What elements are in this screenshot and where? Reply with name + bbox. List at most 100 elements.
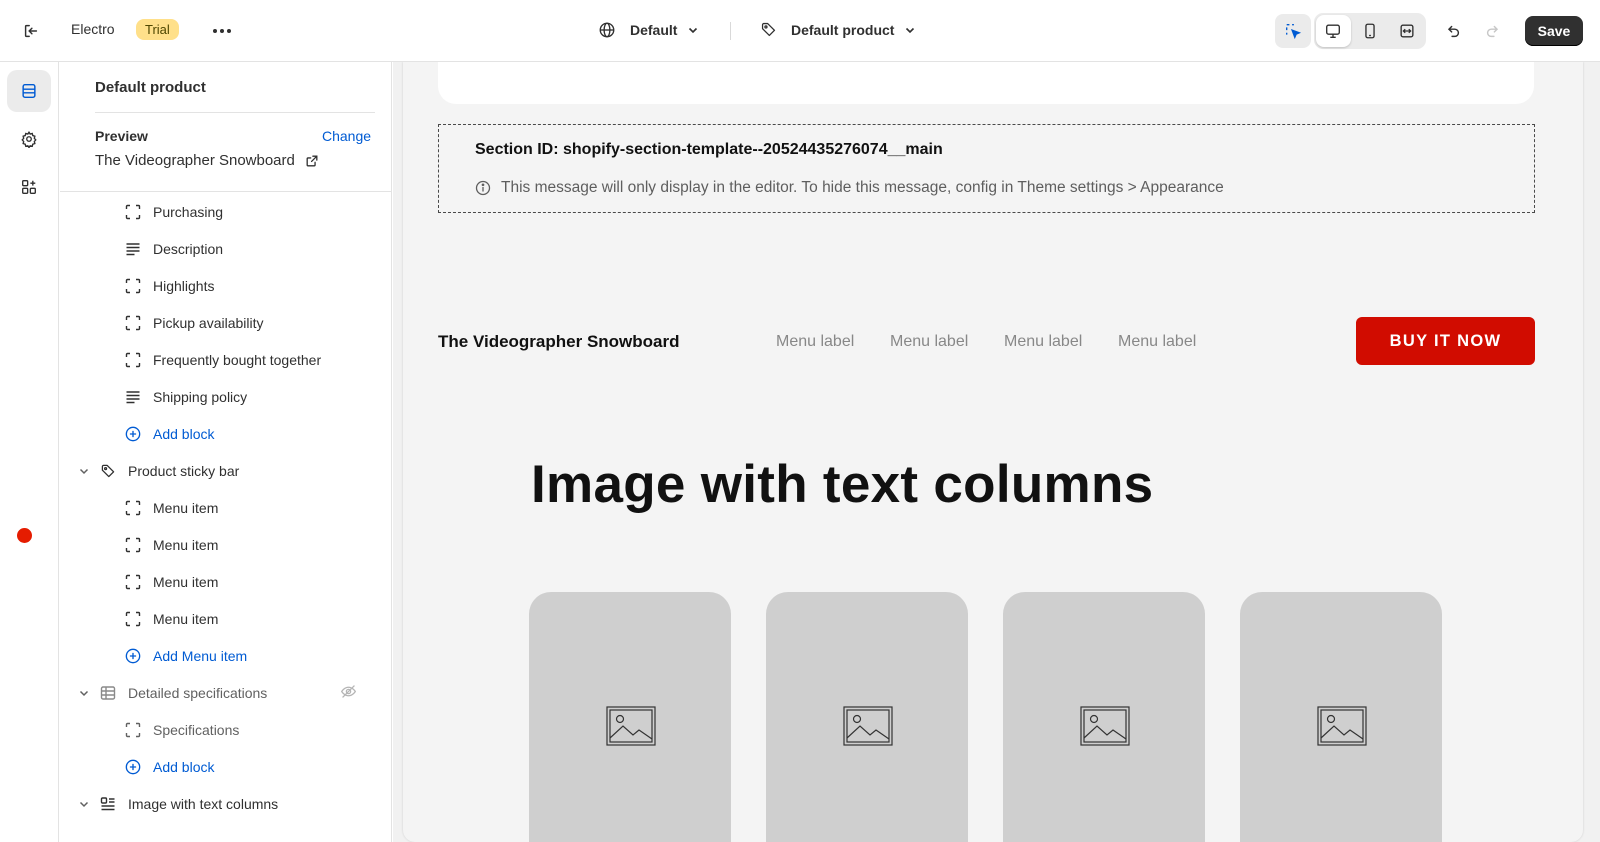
content-card bbox=[438, 62, 1534, 104]
block-label: Menu item bbox=[153, 537, 219, 553]
image-column-card[interactable] bbox=[1003, 592, 1205, 842]
block-menu-item[interactable]: Menu item bbox=[125, 528, 391, 562]
tag-icon bbox=[761, 22, 776, 37]
block-label: Purchasing bbox=[153, 204, 224, 220]
block-highlights[interactable]: Highlights bbox=[125, 269, 391, 303]
full-width-view-icon[interactable] bbox=[1389, 15, 1424, 47]
section-image-with-text-columns[interactable]: Image with text columns bbox=[78, 787, 368, 821]
block-label: Menu item bbox=[153, 611, 219, 627]
image-column-card[interactable] bbox=[766, 592, 968, 842]
block-menu-item[interactable]: Menu item bbox=[125, 491, 391, 525]
globe-icon bbox=[599, 22, 615, 38]
sidebar-title: Default product bbox=[95, 79, 206, 96]
preview-product[interactable]: The Videographer Snowboard bbox=[95, 152, 319, 169]
buy-it-now-button[interactable]: BUY IT NOW bbox=[1356, 317, 1535, 365]
product-sticky-bar: The Videographer Snowboard Menu label Me… bbox=[438, 317, 1535, 365]
block-icon bbox=[125, 611, 141, 627]
plus-circle-icon bbox=[125, 759, 141, 775]
block-icon bbox=[125, 722, 141, 738]
save-button[interactable]: Save bbox=[1525, 16, 1583, 46]
image-text-icon bbox=[100, 796, 116, 812]
language-select-label: Default bbox=[630, 22, 678, 38]
add-block-button[interactable]: Add block bbox=[125, 417, 391, 451]
section-detailed-specifications[interactable]: Detailed specifications bbox=[78, 676, 368, 710]
template-select[interactable]: Default product bbox=[760, 21, 916, 38]
add-block-label: Add block bbox=[153, 759, 215, 775]
redo-icon[interactable] bbox=[1477, 15, 1509, 47]
block-shipping-policy[interactable]: Shipping policy bbox=[125, 380, 391, 414]
block-label: Shipping policy bbox=[153, 389, 248, 405]
block-menu-item[interactable]: Menu item bbox=[125, 565, 391, 599]
inspector-toggle[interactable] bbox=[1275, 14, 1311, 48]
block-pickup-availability[interactable]: Pickup availability bbox=[125, 306, 391, 340]
section-label: Image with text columns bbox=[128, 796, 279, 812]
desktop-view-icon[interactable] bbox=[1316, 15, 1351, 47]
block-label: Menu item bbox=[153, 574, 219, 590]
block-icon bbox=[125, 574, 141, 590]
chevron-down-icon[interactable] bbox=[78, 798, 90, 810]
template-select-label: Default product bbox=[791, 21, 895, 38]
mobile-view-icon[interactable] bbox=[1353, 15, 1388, 47]
exit-icon[interactable] bbox=[15, 15, 47, 47]
apps-icon[interactable] bbox=[7, 166, 51, 208]
block-purchasing[interactable]: Purchasing bbox=[125, 195, 391, 229]
add-menu-item-button[interactable]: Add Menu item bbox=[125, 639, 391, 673]
block-icon bbox=[125, 352, 141, 368]
menu-label-link[interactable]: Menu label bbox=[776, 333, 854, 351]
sections-icon[interactable] bbox=[7, 70, 51, 112]
block-label: Frequently bought together bbox=[153, 352, 322, 368]
select-cursor-icon bbox=[1286, 24, 1302, 40]
block-icon bbox=[125, 315, 141, 331]
divider bbox=[95, 112, 375, 113]
block-description[interactable]: Description bbox=[125, 232, 391, 266]
menu-label-link[interactable]: Menu label bbox=[1004, 333, 1082, 351]
device-switcher bbox=[1314, 13, 1426, 49]
image-column-card[interactable] bbox=[529, 592, 731, 842]
preview-canvas: Section ID: shopify-section-template--20… bbox=[393, 62, 1600, 842]
icon-rail bbox=[0, 62, 59, 842]
section-heading: Image with text columns bbox=[531, 455, 1154, 514]
menu-label-link[interactable]: Menu label bbox=[1118, 333, 1196, 351]
chevron-down-icon bbox=[906, 27, 915, 33]
image-column-card[interactable] bbox=[1240, 592, 1442, 842]
add-block-button[interactable]: Add block bbox=[125, 750, 391, 784]
language-select[interactable]: Default bbox=[598, 21, 699, 39]
chevron-down-icon[interactable] bbox=[78, 687, 90, 699]
add-menu-item-label: Add Menu item bbox=[153, 648, 248, 664]
section-label: Product sticky bar bbox=[128, 463, 240, 479]
block-label: Specifications bbox=[153, 722, 240, 738]
theme-settings-icon[interactable] bbox=[7, 118, 51, 160]
store-name: Electro bbox=[71, 21, 115, 37]
eye-hidden-icon[interactable] bbox=[340, 683, 357, 703]
block-specifications[interactable]: Specifications bbox=[125, 713, 391, 747]
preview-product-name: The Videographer Snowboard bbox=[95, 152, 295, 169]
notice-message: This message will only display in the ed… bbox=[475, 179, 1224, 197]
add-block-label: Add block bbox=[153, 426, 215, 442]
undo-icon[interactable] bbox=[1437, 15, 1469, 47]
block-frequently-bought-together[interactable]: Frequently bought together bbox=[125, 343, 391, 377]
menu-label-link[interactable]: Menu label bbox=[890, 333, 968, 351]
block-label: Pickup availability bbox=[153, 315, 264, 331]
block-icon bbox=[125, 537, 141, 553]
notice-message-text: This message will only display in the ed… bbox=[501, 179, 1224, 196]
block-label: Menu item bbox=[153, 500, 219, 516]
more-options-icon[interactable] bbox=[206, 15, 238, 47]
preview-frame[interactable]: Section ID: shopify-section-template--20… bbox=[403, 62, 1583, 842]
image-placeholder-icon bbox=[1317, 706, 1367, 746]
block-icon bbox=[125, 500, 141, 516]
top-bar: Electro Trial Default Default product Sa… bbox=[0, 0, 1600, 62]
preview-label: Preview bbox=[95, 128, 148, 144]
chevron-down-icon[interactable] bbox=[78, 465, 90, 477]
divider bbox=[730, 22, 731, 40]
text-lines-icon bbox=[125, 389, 141, 405]
block-icon bbox=[125, 204, 141, 220]
section-product-sticky-bar[interactable]: Product sticky bar bbox=[78, 454, 368, 488]
plus-circle-icon bbox=[125, 426, 141, 442]
change-preview-link[interactable]: Change bbox=[322, 128, 371, 144]
block-label: Highlights bbox=[153, 278, 215, 294]
info-icon bbox=[475, 180, 491, 196]
block-menu-item[interactable]: Menu item bbox=[125, 602, 391, 636]
external-link-icon[interactable] bbox=[305, 154, 319, 168]
editor-notice: Section ID: shopify-section-template--20… bbox=[438, 124, 1535, 213]
image-placeholder-icon bbox=[1080, 706, 1130, 746]
